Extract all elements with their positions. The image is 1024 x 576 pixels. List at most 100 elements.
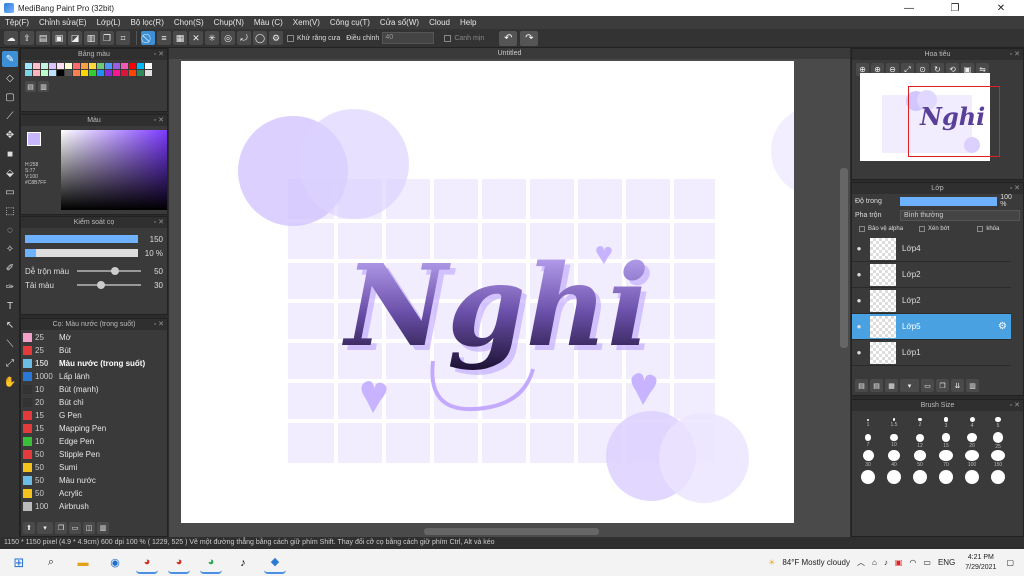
- brush-size-cell[interactable]: [907, 468, 933, 486]
- menu-cloud[interactable]: Cloud: [424, 18, 455, 27]
- brush-size-cell[interactable]: 20: [959, 432, 985, 450]
- panel-controls-icon[interactable]: ▫ ✕: [154, 115, 164, 126]
- brush-list-item[interactable]: 10 Bút (mạnh): [21, 383, 167, 396]
- layer-visibility-icon[interactable]: ●: [852, 348, 866, 357]
- swatch[interactable]: [113, 63, 120, 69]
- windows-start-icon[interactable]: ⊞: [8, 552, 30, 574]
- menu-filter[interactable]: Bộ lọc(R): [126, 18, 169, 27]
- open-icon[interactable]: ▤: [36, 31, 50, 45]
- blend-slider[interactable]: [76, 267, 141, 275]
- horizontal-scrollbar[interactable]: [424, 528, 599, 535]
- swatch[interactable]: [121, 63, 128, 69]
- menu-color[interactable]: Màu (C): [249, 18, 288, 27]
- swatch[interactable]: [65, 63, 72, 69]
- swatch[interactable]: [81, 70, 88, 76]
- tray-app-icon[interactable]: ▣: [895, 558, 903, 567]
- select-eraser-tool-icon[interactable]: ✑: [2, 279, 18, 295]
- brush-size-cell[interactable]: 1: [855, 414, 881, 432]
- swatch[interactable]: [25, 63, 32, 69]
- brush-size-cell[interactable]: 30: [855, 450, 881, 468]
- new-halftone-layer-icon[interactable]: ▦: [885, 379, 898, 392]
- brush-delete-icon[interactable]: ▥: [97, 522, 109, 534]
- brush-list-item[interactable]: 50 Acrylic: [21, 487, 167, 500]
- brush-list-item[interactable]: 50 Stipple Pen: [21, 448, 167, 461]
- brush-list-item[interactable]: 20 Bút chì: [21, 396, 167, 409]
- swatch[interactable]: [89, 63, 96, 69]
- merge-layer-icon[interactable]: ⇊: [951, 379, 964, 392]
- brush-tool-icon[interactable]: ✎: [2, 51, 18, 67]
- magic-wand-tool-icon[interactable]: ✧: [2, 241, 18, 257]
- brush-menu-icon[interactable]: ▾: [37, 522, 53, 534]
- new-layer-icon[interactable]: ▤: [855, 379, 868, 392]
- clock[interactable]: 4:21 PM 7/29/2021: [965, 553, 996, 573]
- swatch[interactable]: [129, 63, 136, 69]
- brush-size-cell[interactable]: 25: [985, 432, 1011, 450]
- brush-size-cell[interactable]: [959, 468, 985, 486]
- menu-file[interactable]: Tệp(F): [0, 18, 34, 27]
- wifi-icon[interactable]: ◠: [909, 558, 916, 567]
- swatch[interactable]: [89, 70, 96, 76]
- brush-size-cell[interactable]: 10: [881, 432, 907, 450]
- swatch[interactable]: [65, 70, 72, 76]
- volume-icon[interactable]: ♪: [884, 558, 888, 567]
- layer-row[interactable]: ● Lớp5 ⚙: [852, 314, 1011, 340]
- curve-snap-icon[interactable]: ⤾: [237, 31, 251, 45]
- maximize-button[interactable]: ❐: [932, 0, 978, 16]
- gradient-tool-icon[interactable]: ▭: [2, 184, 18, 200]
- copy-icon[interactable]: ❐: [100, 31, 114, 45]
- export-icon[interactable]: ⇪: [20, 31, 34, 45]
- fill-shape-tool-icon[interactable]: ■: [2, 146, 18, 162]
- new-layer-alt-icon[interactable]: ▤: [870, 379, 883, 392]
- brush-size-cell[interactable]: 4: [959, 414, 985, 432]
- swatch[interactable]: [41, 70, 48, 76]
- brush-list-item[interactable]: 150 Màu nước (trong suốt): [21, 357, 167, 370]
- battery-icon[interactable]: ▭: [923, 558, 931, 567]
- eraser-tool-icon[interactable]: ◇: [2, 70, 18, 86]
- layer-folder-icon[interactable]: ▭: [921, 379, 934, 392]
- brush-size-slider[interactable]: [25, 235, 138, 243]
- panel-controls-icon[interactable]: ▫ ✕: [1010, 400, 1020, 411]
- swatch[interactable]: [49, 63, 56, 69]
- canvas-tab[interactable]: Untitled: [169, 48, 850, 59]
- swatch[interactable]: [25, 70, 32, 76]
- layer-row[interactable]: ● Lớp2: [852, 288, 1011, 314]
- layer-visibility-icon[interactable]: ●: [852, 322, 866, 331]
- brush-size-cell[interactable]: 2: [907, 414, 933, 432]
- swatch[interactable]: [81, 63, 88, 69]
- protect-alpha-checkbox[interactable]: [859, 226, 865, 232]
- lasso-tool-icon[interactable]: ◌: [2, 222, 18, 238]
- layer-blend-select[interactable]: Bình thường: [900, 209, 1020, 221]
- grid-snap-icon[interactable]: ▦: [173, 31, 187, 45]
- panel-controls-icon[interactable]: ▫ ✕: [154, 49, 164, 60]
- swatch[interactable]: [57, 70, 64, 76]
- notification-icon[interactable]: ▢: [1006, 558, 1014, 567]
- palette-new-icon[interactable]: ▤: [25, 81, 36, 92]
- brush-list-item[interactable]: 25 Bút: [21, 344, 167, 357]
- brush-size-cell[interactable]: 150: [985, 450, 1011, 468]
- settings-snap-icon[interactable]: ⚙: [269, 31, 283, 45]
- close-button[interactable]: ✕: [978, 0, 1024, 16]
- brush-folder-icon[interactable]: ▭: [69, 522, 81, 534]
- circle-snap-icon[interactable]: ◎: [221, 31, 235, 45]
- brush-size-cell[interactable]: 5: [985, 414, 1011, 432]
- panel-controls-icon[interactable]: ▫ ✕: [1010, 49, 1020, 60]
- swatch[interactable]: [105, 63, 112, 69]
- swatch[interactable]: [33, 70, 40, 76]
- weather-text[interactable]: 84°F Mostly cloudy: [782, 558, 850, 567]
- chrome-profile-icon[interactable]: ◕: [168, 552, 190, 574]
- dell-icon[interactable]: ◉: [104, 552, 126, 574]
- swatch[interactable]: [145, 70, 152, 76]
- adjust-select[interactable]: 40: [382, 32, 435, 44]
- chrome-alt-icon[interactable]: ◕: [200, 552, 222, 574]
- tiktok-icon[interactable]: ♪: [232, 552, 254, 574]
- foreground-color-swatch[interactable]: [27, 132, 41, 146]
- menu-snap[interactable]: Chụp(N): [209, 18, 249, 27]
- brush-add-icon[interactable]: ⬆: [23, 522, 35, 534]
- swatch[interactable]: [57, 63, 64, 69]
- canh-min-checkbox[interactable]: [444, 34, 452, 42]
- swatch[interactable]: [105, 70, 112, 76]
- amount-slider[interactable]: [76, 281, 141, 289]
- swatch[interactable]: [97, 70, 104, 76]
- brush-size-cell[interactable]: [881, 468, 907, 486]
- menu-layer[interactable]: Lớp(L): [92, 18, 126, 27]
